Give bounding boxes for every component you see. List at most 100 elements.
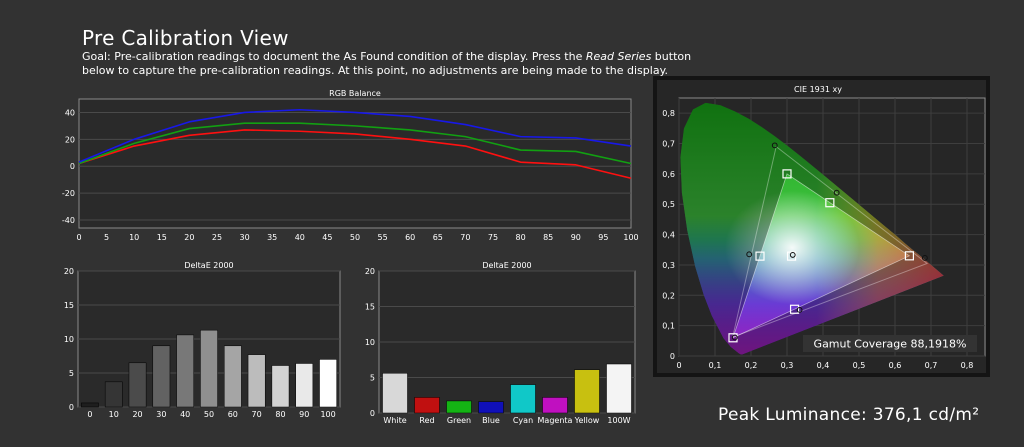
cie-title: CIE 1931 xy: [794, 85, 842, 94]
grayscale-deltae-chart: DeltaE 2000 0 5 10 15 20 0 10 20 30 40 50 60 70 80 90…: [64, 261, 341, 419]
cie-ytick-label: 0,3: [662, 261, 675, 270]
rgb-ytick-label: -40: [62, 216, 75, 225]
color-bar-100w: [606, 363, 632, 414]
gray-bar-50: [200, 329, 218, 408]
rgb-xtick-label: 45: [322, 233, 332, 242]
cie-ytick-label: 0,7: [662, 140, 675, 149]
rgb-xtick-label: 100: [623, 233, 638, 242]
rgb-xtick-label: 95: [598, 233, 608, 242]
rgb-xtick-label: 50: [350, 233, 360, 242]
gray-bar-40: [176, 334, 195, 408]
cie-ytick-label: 0: [670, 352, 675, 361]
gray-ytick-label: 20: [64, 267, 74, 276]
gray-xtick-label: 70: [252, 410, 262, 419]
color-ytick-label: 5: [370, 374, 375, 383]
cie-xtick-label: 0: [676, 361, 681, 370]
gray-xtick-label: 50: [204, 410, 214, 419]
rgb-ytick-label: 20: [65, 135, 75, 144]
color-ytick-label: 20: [365, 267, 375, 276]
rgb-xtick-label: 55: [378, 233, 388, 242]
rgb-xtick-label: 70: [460, 233, 470, 242]
gray-bar-100: [319, 359, 337, 408]
color-xtick-label: 100W: [607, 416, 630, 425]
color-deltae-title: DeltaE 2000: [482, 261, 531, 270]
rgb-xtick-label: 20: [184, 233, 194, 242]
rgb-xtick-label: 0: [76, 233, 81, 242]
rgb-balance-title: RGB Balance: [329, 89, 381, 98]
color-ytick-label: 15: [365, 303, 375, 312]
grayscale-deltae-title: DeltaE 2000: [184, 261, 233, 270]
color-ytick-label: 0: [370, 409, 375, 418]
cie-xtick-label: 0,3: [781, 361, 794, 370]
cie-ytick-label: 0,8: [662, 109, 675, 118]
rgb-xtick-label: 80: [516, 233, 526, 242]
color-deltae-chart: DeltaE 2000 0 5 10 15 20 White Red Green Blue Cy…: [365, 261, 636, 425]
rgb-xtick-label: 40: [295, 233, 305, 242]
color-xtick-label: Red: [419, 416, 434, 425]
cie-xtick-label: 0,8: [961, 361, 974, 370]
gray-xtick-label: 40: [180, 410, 190, 419]
cie-ytick-label: 0,2: [662, 291, 675, 300]
color-bar-yellow: [574, 369, 600, 414]
rgb-xtick-label: 85: [543, 233, 553, 242]
gray-bar-20: [128, 362, 147, 408]
rgb-ytick-label: 40: [65, 108, 75, 117]
gray-bar-10: [104, 381, 123, 408]
cie-ytick-label: 0,1: [662, 322, 675, 331]
rgb-xtick-label: 90: [571, 233, 581, 242]
rgb-ytick-label: 0: [70, 162, 75, 171]
cie-xtick-label: 0,7: [925, 361, 938, 370]
cie-ytick-label: 0,4: [662, 231, 675, 240]
color-xtick-label: Green: [447, 416, 471, 425]
gray-bar-0: [81, 402, 99, 408]
cie-ytick-label: 0,5: [662, 200, 675, 209]
color-bar-magenta: [542, 397, 568, 414]
rgb-xtick-label: 5: [104, 233, 109, 242]
rgb-xtick-label: 30: [240, 233, 250, 242]
gray-ytick-label: 15: [64, 301, 74, 310]
gray-ytick-label: 5: [69, 369, 74, 378]
rgb-xtick-label: 15: [157, 233, 167, 242]
gray-xtick-label: 30: [156, 410, 166, 419]
cie-ytick-label: 0,6: [662, 170, 675, 179]
color-xtick-label: White: [383, 416, 406, 425]
gray-xtick-label: 0: [87, 410, 92, 419]
peak-luminance: Peak Luminance: 376,1 cd/m²: [718, 405, 980, 425]
color-bar-blue: [478, 401, 504, 414]
gray-bar-90: [295, 363, 314, 408]
color-xtick-label: Cyan: [513, 416, 533, 425]
rgb-xtick-label: 10: [129, 233, 139, 242]
rgb-xtick-label: 65: [433, 233, 443, 242]
rgb-ytick-label: -20: [62, 189, 75, 198]
gray-xtick-label: 100: [320, 410, 335, 419]
color-xtick-label: Magenta: [538, 416, 573, 425]
cie-xtick-label: 0,1: [709, 361, 722, 370]
rgb-xtick-label: 25: [212, 233, 222, 242]
gray-bar-60: [223, 345, 242, 408]
gray-xtick-label: 20: [132, 410, 142, 419]
gray-bar-80: [271, 365, 290, 408]
gray-xtick-label: 90: [299, 410, 309, 419]
rgb-balance-chart: RGB Balance -40 -20 0 20 40 0 5 10 15 20 25 30 35 40…: [62, 89, 639, 242]
charts-canvas: RGB Balance -40 -20 0 20 40 0 5 10 15 20 25 30 35 40…: [62, 76, 990, 425]
rgb-xtick-label: 60: [405, 233, 415, 242]
color-bar-cyan: [510, 384, 536, 414]
color-xtick-label: Yellow: [574, 416, 600, 425]
color-bar-green: [446, 400, 472, 414]
gray-xtick-label: 80: [275, 410, 285, 419]
cie-xtick-label: 0,4: [817, 361, 830, 370]
color-xtick-label: Blue: [482, 416, 500, 425]
color-bar-red: [414, 397, 440, 414]
color-ytick-label: 10: [365, 338, 375, 347]
color-bar-white: [382, 372, 408, 414]
rgb-xtick-label: 75: [488, 233, 498, 242]
gray-bar-30: [152, 345, 171, 408]
gray-bar-70: [247, 354, 266, 408]
cie-chart: CIE 1931 xy 0 0,1 0,2 0,3 0,4 0,5 0,6 0,7 0,8 0 0…: [653, 76, 990, 377]
cie-xtick-label: 0,2: [745, 361, 758, 370]
cie-xtick-label: 0,5: [853, 361, 866, 370]
gray-ytick-label: 10: [64, 335, 74, 344]
gray-xtick-label: 10: [109, 410, 119, 419]
gamut-coverage-label: Gamut Coverage 88,1918%: [814, 338, 967, 351]
gray-ytick-label: 0: [69, 403, 74, 412]
